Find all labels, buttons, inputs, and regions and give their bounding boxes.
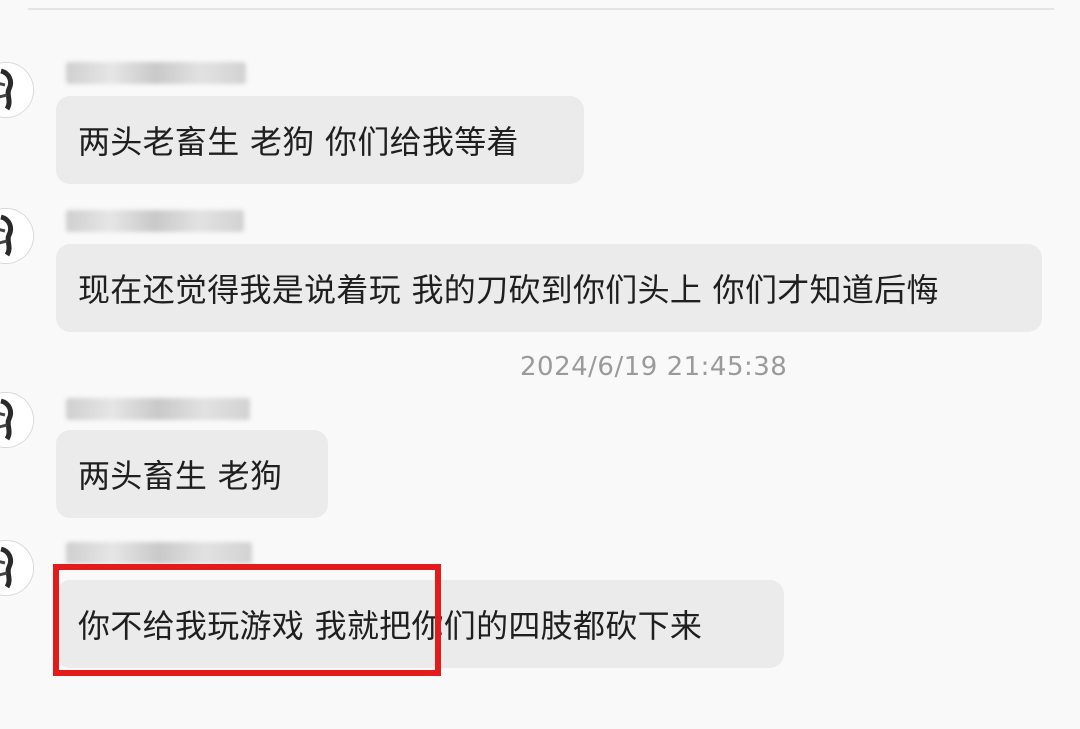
avatar-image-icon [0, 393, 33, 447]
message-text: 两头老畜生 老狗 你们给我等着 [78, 123, 519, 161]
avatar[interactable] [0, 392, 34, 448]
message-bubble[interactable]: 你不给我玩游戏 我就把你们的四肢都砍下来 [56, 580, 784, 668]
avatar-image-icon [0, 209, 33, 263]
message-bubble[interactable]: 两头畜生 老狗 [56, 430, 328, 518]
sender-name-blurred [66, 542, 252, 564]
sender-name-blurred [66, 398, 250, 420]
sender-name-blurred [66, 62, 246, 84]
message-bubble[interactable]: 两头老畜生 老狗 你们给我等着 [56, 96, 584, 184]
sender-name-blurred [66, 210, 244, 232]
avatar-image-icon [0, 541, 33, 595]
message-text: 两头畜生 老狗 [78, 457, 283, 495]
message-timestamp: 2024/6/19 21:45:38 [520, 352, 788, 382]
avatar[interactable] [0, 208, 34, 264]
message-text: 你不给我玩游戏 我就把你们的四肢都砍下来 [78, 607, 703, 645]
message-bubble[interactable]: 现在还觉得我是说着玩 我的刀砍到你们头上 你们才知道后悔 [56, 244, 1042, 332]
avatar-image-icon [0, 63, 33, 117]
avatar[interactable] [0, 62, 34, 118]
top-divider [28, 8, 1054, 10]
message-text: 现在还觉得我是说着玩 我的刀砍到你们头上 你们才知道后悔 [78, 271, 939, 309]
avatar[interactable] [0, 540, 34, 596]
